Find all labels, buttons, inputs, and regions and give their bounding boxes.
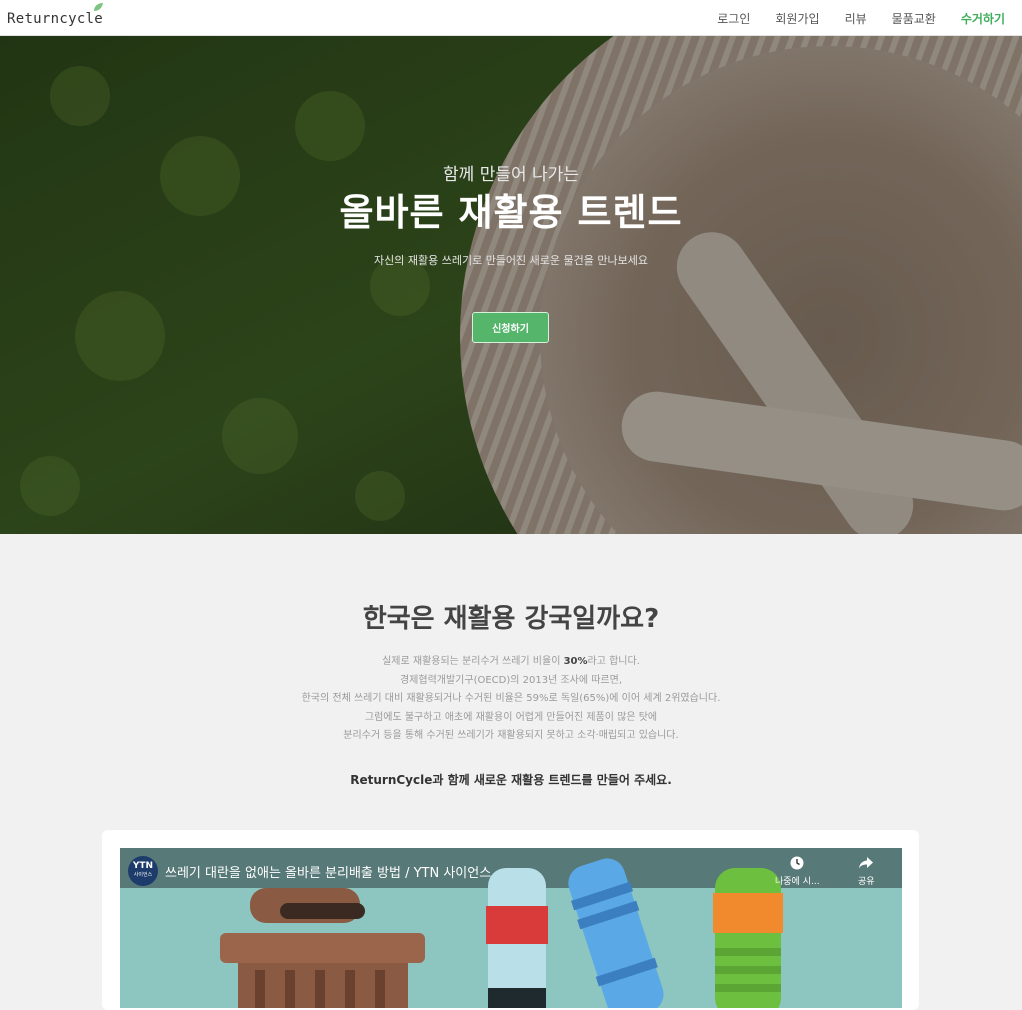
nav-pickup[interactable]: 수거하기 xyxy=(961,10,1005,27)
nav-exchange[interactable]: 물품교환 xyxy=(892,10,936,27)
nav-login[interactable]: 로그인 xyxy=(717,10,750,27)
site-logo[interactable]: Returncycle xyxy=(7,11,103,27)
top-navigation-bar: Returncycle 로그인 회원가입 리뷰 물품교환 수거하기 xyxy=(0,0,1022,36)
section-body: 실제로 재활용되는 분리수거 쓰레기 비율이 30%라고 합니다. 경제협력개발… xyxy=(0,653,1022,746)
hero-description: 자신의 재활용 쓰레기로 만들어진 새로운 물건을 만나보세요 xyxy=(374,254,648,267)
info-line: 한국의 전체 쓰레기 대비 재활용되거나 수거된 비율은 59%로 독일(65%… xyxy=(301,693,721,704)
nav-review[interactable]: 리뷰 xyxy=(845,10,867,27)
info-line: 분리수거 등을 통해 수거된 쓰레기가 재활용되지 못하고 소각·매립되고 있습… xyxy=(343,730,679,741)
hero-section: 함께 만들어 나가는 올바른 재활용 트렌드 자신의 재활용 쓰레기로 만들어진… xyxy=(0,36,1022,534)
main-nav: 로그인 회원가입 리뷰 물품교환 수거하기 xyxy=(692,0,1005,36)
video-player[interactable]: YTN 사이언스 쓰레기 대란을 없애는 올바른 분리배출 방법 / YTN 사… xyxy=(120,848,902,1008)
hero-background-image xyxy=(0,36,1022,534)
video-title[interactable]: 쓰레기 대란을 없애는 올바른 분리배출 방법 / YTN 사이언스 xyxy=(165,862,491,881)
highlight-percent: 30% xyxy=(563,656,588,667)
section-title: 한국은 재활용 강국일까요? xyxy=(362,604,660,634)
apply-button[interactable]: 신청하기 xyxy=(472,312,549,343)
watch-later-button[interactable]: 나중에 시... xyxy=(775,856,820,887)
share-icon xyxy=(859,857,874,869)
channel-logo[interactable]: YTN 사이언스 xyxy=(128,856,158,886)
call-to-action-text: ReturnCycle과 함께 새로운 재활용 트렌드를 만들어 주세요. xyxy=(350,773,672,787)
hero-title: 올바른 재활용 트렌드 xyxy=(339,191,683,234)
leaf-icon xyxy=(94,3,103,11)
share-button[interactable]: 공유 xyxy=(858,856,875,887)
nav-signup[interactable]: 회원가입 xyxy=(775,10,819,27)
info-line: 실제로 재활용되는 분리수거 쓰레기 비율이 30%라고 합니다. xyxy=(382,656,640,667)
clock-icon xyxy=(790,856,804,870)
info-line: 경제협력개발기구(OECD)의 2013년 조사에 따르면, xyxy=(399,674,623,686)
info-line: 그럼에도 불구하고 애초에 재활용이 어렵게 만들어진 제품이 많은 탓에 xyxy=(364,711,658,723)
